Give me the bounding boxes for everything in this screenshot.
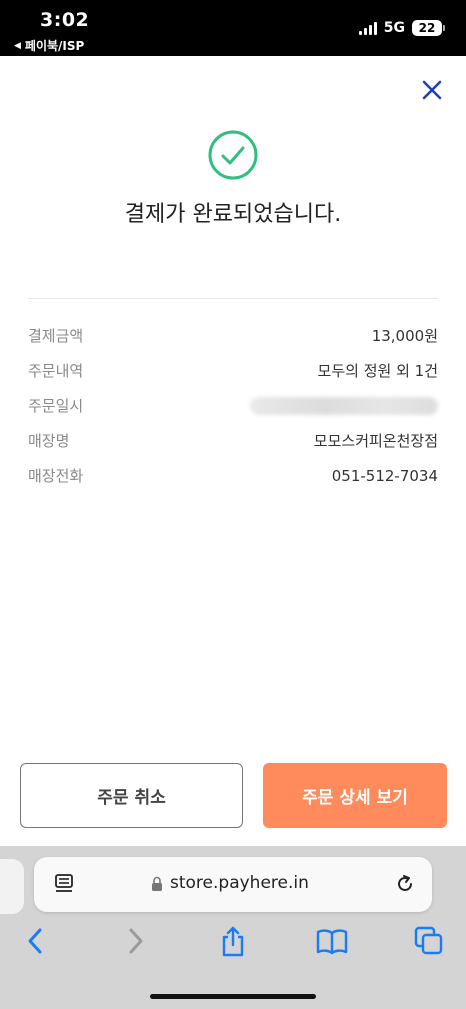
back-to-app[interactable]: ◀ 페이북/ISP <box>14 37 84 54</box>
detail-value: 모두의 정원 외 1건 <box>317 362 438 380</box>
detail-value: 13,000원 <box>371 327 438 345</box>
order-detail-button[interactable]: 주문 상세 보기 <box>263 763 447 828</box>
bookmarks-icon[interactable] <box>316 926 348 956</box>
back-icon[interactable] <box>24 926 46 956</box>
tabs-icon[interactable] <box>414 926 444 956</box>
reader-icon[interactable] <box>54 873 76 895</box>
battery-icon: 22 <box>412 20 445 36</box>
network-label: 5G <box>383 20 405 36</box>
browser-bar: store.payhere.in <box>0 846 466 1009</box>
detail-label: 주문일시 <box>28 397 84 415</box>
url-text: store.payhere.in <box>170 873 309 893</box>
redacted-datetime <box>250 396 438 415</box>
address-bar[interactable]: store.payhere.in <box>34 857 432 912</box>
page-title: 결제가 완료되었습니다. <box>124 202 342 227</box>
signal-icon <box>358 21 377 35</box>
detail-label: 주문내역 <box>28 362 84 380</box>
detail-row-datetime: 주문일시 <box>28 388 438 423</box>
previous-tab[interactable] <box>0 859 24 914</box>
detail-value: 모모스커피온천장점 <box>313 432 438 450</box>
cancel-order-button[interactable]: 주문 취소 <box>20 763 243 828</box>
home-indicator <box>150 994 316 999</box>
divider <box>28 298 438 299</box>
battery-level: 22 <box>418 21 436 35</box>
status-indicators: 5G 22 <box>358 20 445 36</box>
status-bar: 3:02 ◀ 페이북/ISP 5G 22 <box>0 0 466 56</box>
detail-row-store: 매장명 모모스커피온천장점 <box>28 423 438 458</box>
close-icon <box>422 80 442 100</box>
share-icon[interactable] <box>219 926 247 958</box>
back-triangle-icon: ◀ <box>14 40 21 51</box>
check-circle-icon <box>207 129 259 181</box>
back-app-label: 페이북/ISP <box>24 39 85 53</box>
detail-label: 결제금액 <box>28 327 84 345</box>
detail-row-order: 주문내역 모두의 정원 외 1건 <box>28 353 438 388</box>
payment-details: 결제금액 13,000원 주문내역 모두의 정원 외 1건 주문일시 매장명 모… <box>28 318 438 493</box>
lock-icon <box>152 876 162 891</box>
forward-icon[interactable] <box>125 926 147 956</box>
close-button[interactable] <box>418 76 446 104</box>
detail-row-phone: 매장전화 051-512-7034 <box>28 458 438 493</box>
detail-label: 매장전화 <box>28 467 84 485</box>
status-time: 3:02 <box>40 9 90 31</box>
detail-value: 051-512-7034 <box>331 466 438 485</box>
detail-label: 매장명 <box>28 432 70 450</box>
detail-row-amount: 결제금액 13,000원 <box>28 318 438 353</box>
reload-icon[interactable] <box>394 873 416 895</box>
